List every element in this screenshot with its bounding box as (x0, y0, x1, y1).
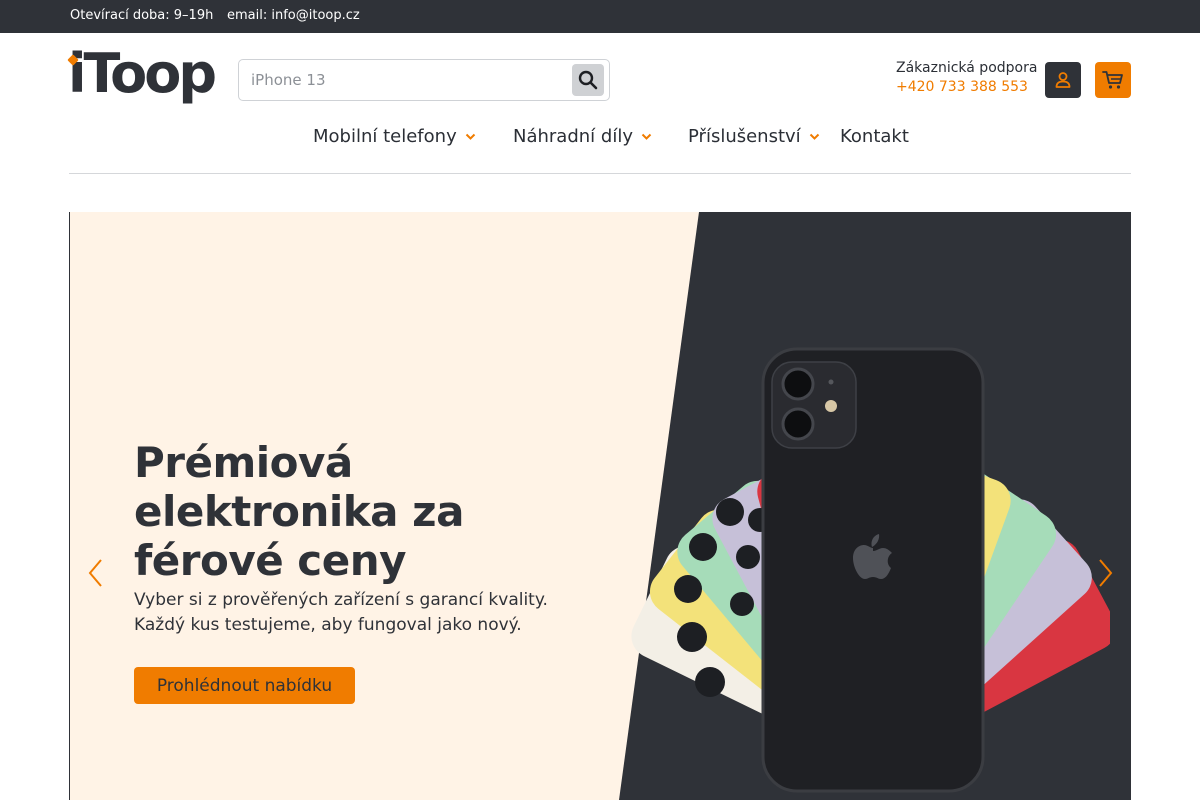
chevron-left-icon (88, 559, 102, 587)
hero-title: Prémiová elektronika za férové ceny (134, 438, 464, 585)
support-label: Zákaznická podpora (896, 60, 1038, 76)
hero-banner: Prémiová elektronika za férové ceny Vybe… (69, 212, 1131, 800)
logo-text: iToop (68, 42, 217, 105)
nav-item-contact[interactable]: Kontakt (840, 126, 909, 147)
contact-email[interactable]: email: info@itoop.cz (227, 8, 360, 23)
search-input[interactable] (251, 70, 561, 90)
top-bar: Otevírací doba: 9–19h email: info@itoop.… (0, 0, 1200, 33)
nav-item-mobile-phones[interactable]: Mobilní telefony (313, 126, 476, 147)
main-navigation: Mobilní telefony Náhradní díly Příslušen… (0, 126, 1200, 156)
chevron-down-icon (465, 133, 476, 141)
nav-divider (69, 173, 1131, 174)
user-icon (1055, 72, 1071, 88)
nav-item-label: Příslušenství (688, 126, 801, 147)
nav-item-label: Kontakt (840, 126, 909, 147)
cart-icon (1102, 71, 1123, 89)
search-button[interactable] (572, 64, 604, 96)
chevron-down-icon (641, 133, 652, 141)
support-phone[interactable]: +420 733 388 553 (896, 79, 1037, 95)
customer-support: Zákaznická podpora +420 733 388 553 (896, 60, 1037, 95)
chevron-down-icon (809, 133, 820, 141)
iphone-fan-image (631, 347, 1110, 793)
cart-button[interactable] (1095, 62, 1131, 98)
account-button[interactable] (1045, 62, 1081, 98)
opening-hours: Otevírací doba: 9–19h (70, 8, 214, 23)
nav-item-label: Náhradní díly (513, 126, 633, 147)
nav-item-spare-parts[interactable]: Náhradní díly (513, 126, 652, 147)
carousel-prev-button[interactable] (86, 558, 106, 592)
logo[interactable]: iToop (67, 42, 217, 106)
nav-item-label: Mobilní telefony (313, 126, 457, 147)
hero-subtitle-line: Každý kus testujeme, aby fungoval jako n… (134, 615, 522, 635)
search-box (238, 59, 610, 101)
carousel-next-button[interactable] (1095, 558, 1115, 592)
search-icon (578, 70, 598, 90)
hero-subtitle-line: Vyber si z prověřených zařízení s garanc… (134, 590, 548, 610)
chevron-right-icon (1099, 559, 1113, 587)
hero-subtitle: Vyber si z prověřených zařízení s garanc… (134, 588, 564, 638)
nav-item-accessories[interactable]: Příslušenství (688, 126, 820, 147)
browse-offer-button[interactable]: Prohlédnout nabídku (134, 667, 355, 704)
